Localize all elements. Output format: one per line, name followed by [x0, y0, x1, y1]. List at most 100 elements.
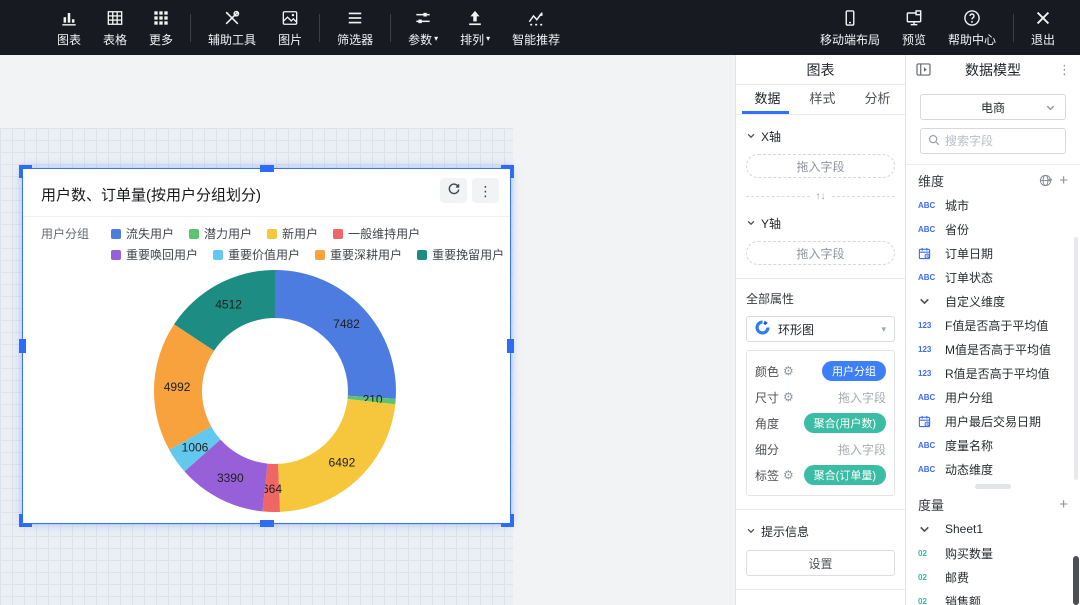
legend-item[interactable]: 重要深耕用户	[315, 247, 402, 263]
dimension-field[interactable]: ABC省份	[906, 217, 1080, 241]
02-field-icon: 02	[918, 549, 938, 558]
toolbar-item-parameters[interactable]: 参数▾	[397, 0, 449, 55]
toolbar-item-mobile-layout[interactable]: 移动端布局	[809, 0, 891, 55]
field-pill-label[interactable]: 聚合(订单量)	[804, 465, 886, 485]
legend-item[interactable]: 重要挽留用户	[417, 247, 504, 263]
toolbar-item-image[interactable]: 图片	[267, 0, 313, 55]
gear-icon[interactable]: ⚙	[783, 365, 794, 377]
legend-item[interactable]: 一般维持用户	[333, 226, 420, 242]
panel-resize-handle[interactable]	[975, 484, 1011, 489]
slice-label: 1006	[182, 441, 209, 455]
chart-card[interactable]: 748221064926643390100649924512 用户数、订单量(按…	[22, 168, 511, 524]
dimension-field[interactable]: 123R值是否高于平均值	[906, 361, 1080, 385]
resize-handle-n[interactable]	[260, 165, 274, 172]
table-icon	[105, 8, 125, 28]
bar-chart-icon	[59, 8, 79, 28]
donut-slice[interactable]	[275, 270, 396, 399]
toolbar-item-smart-recommend[interactable]: 智能推荐	[501, 0, 571, 55]
resize-handle-w[interactable]	[19, 339, 26, 353]
dimensions-scrollbar[interactable]	[1074, 237, 1078, 480]
measure-field[interactable]: 02购买数量	[906, 541, 1080, 565]
drop-placeholder[interactable]: 拖入字段	[838, 391, 886, 405]
search-input[interactable]	[945, 134, 1058, 148]
legend-item[interactable]: 潜力用户	[189, 226, 252, 242]
chevron-down-icon	[746, 217, 756, 231]
section-y-axis[interactable]: Y轴	[746, 215, 895, 232]
resize-handle-s[interactable]	[260, 520, 274, 527]
prop-label: 颜色	[755, 363, 779, 380]
dimension-field[interactable]: 123M值是否高于平均值	[906, 337, 1080, 361]
add-measure-button[interactable]: +	[1059, 497, 1068, 512]
prop-label: 角度	[755, 415, 779, 432]
resize-handle-ne[interactable]	[501, 165, 514, 178]
tab-style[interactable]: 样式	[795, 85, 850, 114]
toolbar-item-arrange[interactable]: 排列▾	[449, 0, 501, 55]
toolbar-right-groups: 移动端布局预览帮助中心退出	[809, 0, 1080, 55]
toolbar-item-charts[interactable]: 图表	[46, 0, 92, 55]
legend-item[interactable]: 重要唤回用户	[111, 247, 198, 263]
legend-item[interactable]: 流失用户	[111, 226, 174, 242]
dimension-field[interactable]: 用户最后交易日期	[906, 409, 1080, 433]
field-label: 用户分组	[945, 389, 993, 406]
y-axis-drop-zone[interactable]: 拖入字段	[746, 241, 895, 265]
dimension-field[interactable]: ABC城市	[906, 193, 1080, 217]
toolbar-item-help-center[interactable]: 帮助中心	[937, 0, 1007, 55]
toolbar-item-more[interactable]: 更多	[138, 0, 184, 55]
dimension-field[interactable]: ABC订单状态	[906, 265, 1080, 289]
resize-handle-se[interactable]	[501, 514, 514, 527]
dimension-group[interactable]: 自定义维度	[906, 289, 1080, 313]
kebab-icon: ⋮	[479, 184, 493, 198]
measures-scrollbar[interactable]	[1073, 556, 1079, 605]
tools-icon	[222, 8, 242, 28]
chart-title: 用户数、订单量(按用户分组划分)	[41, 184, 261, 205]
toolbar-separator	[319, 14, 320, 42]
resize-handle-sw[interactable]	[19, 514, 32, 527]
caret-down-icon: ▾	[1048, 176, 1052, 185]
chart-props-box: 颜色⚙用户分组尺寸⚙拖入字段角度聚合(用户数)细分拖入字段标签⚙聚合(订单量)	[746, 350, 895, 496]
measure-field[interactable]: 02邮费	[906, 565, 1080, 589]
dataset-select[interactable]: 电商	[920, 94, 1066, 120]
legend-item[interactable]: 新用户	[267, 226, 318, 242]
tab-analysis[interactable]: 分析	[850, 85, 905, 114]
tooltip-settings-button[interactable]: 设置	[746, 550, 895, 576]
toolbar-item-exit[interactable]: 退出	[1020, 0, 1066, 55]
resize-handle-e[interactable]	[507, 339, 514, 353]
gear-icon[interactable]: ⚙	[783, 391, 794, 403]
field-pill-color[interactable]: 用户分组	[822, 361, 886, 381]
geo-role-button[interactable]: ▾	[1039, 174, 1052, 187]
dimension-field[interactable]: 123F值是否高于平均值	[906, 313, 1080, 337]
collapse-panel-icon[interactable]	[916, 63, 931, 76]
card-more-button[interactable]: ⋮	[472, 178, 499, 203]
toolbar-item-table[interactable]: 表格	[92, 0, 138, 55]
gear-icon[interactable]: ⚙	[783, 469, 794, 481]
legend-item[interactable]: 重要价值用户	[213, 247, 300, 263]
dimension-field[interactable]: ABC用户分组	[906, 385, 1080, 409]
section-tooltip[interactable]: 提示信息	[746, 523, 895, 540]
x-axis-drop-zone[interactable]: 拖入字段	[746, 154, 895, 178]
resize-handle-nw[interactable]	[19, 165, 32, 178]
toolbar-item-auxiliary-tools[interactable]: 辅助工具	[197, 0, 267, 55]
toolbar-item-preview[interactable]: 预览	[891, 0, 937, 55]
dimension-field[interactable]: ABC动态维度	[906, 457, 1080, 481]
field-label: 省份	[945, 221, 969, 238]
chart-type-select[interactable]: 环形图 ▾	[746, 316, 895, 342]
dimension-field[interactable]: 订单日期	[906, 241, 1080, 265]
refresh-button[interactable]	[440, 178, 467, 203]
measure-group[interactable]: Sheet1	[906, 517, 1080, 541]
legend-swatch	[189, 229, 199, 239]
chevron-down-icon	[1045, 102, 1056, 115]
section-x-axis[interactable]: X轴	[746, 128, 895, 145]
drop-placeholder[interactable]: 拖入字段	[838, 443, 886, 457]
measure-field[interactable]: 02销售额	[906, 589, 1080, 605]
add-dimension-button[interactable]: +	[1059, 173, 1068, 188]
slice-label: 3390	[217, 471, 244, 485]
divider	[736, 278, 905, 279]
data-panel-more-button[interactable]: ⋮	[1058, 62, 1072, 78]
swap-axes-icon[interactable]: ↑↓	[816, 191, 826, 202]
prop-label: 细分	[755, 441, 779, 458]
field-pill-angle[interactable]: 聚合(用户数)	[804, 413, 886, 433]
tab-data[interactable]: 数据	[740, 85, 795, 114]
dimension-field[interactable]: ABC度量名称	[906, 433, 1080, 457]
caret-down-icon: ▾	[486, 35, 490, 43]
toolbar-item-filter[interactable]: 筛选器	[326, 0, 384, 55]
